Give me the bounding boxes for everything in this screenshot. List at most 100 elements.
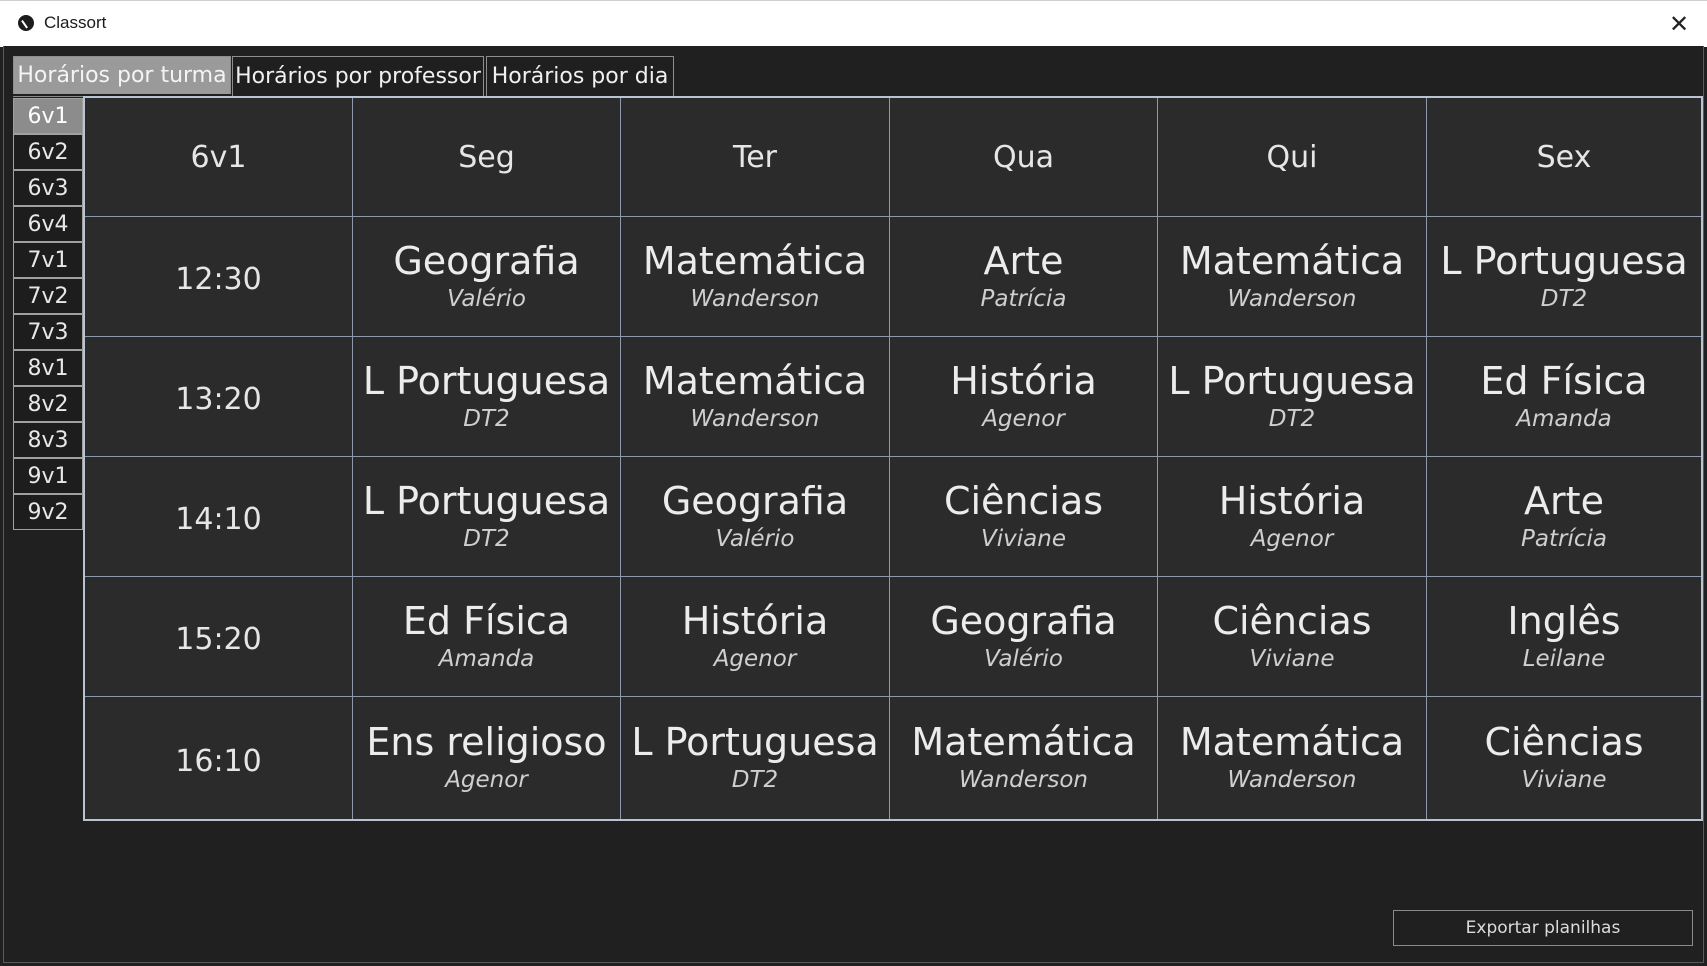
subject-label: Matemática bbox=[642, 358, 868, 403]
tab-horarios-por-professor[interactable]: Horários por professor bbox=[232, 56, 484, 96]
time-label: 16:10 bbox=[175, 743, 262, 779]
subject-label: História bbox=[1218, 478, 1366, 523]
subject-label: Ciências bbox=[943, 478, 1104, 523]
schedule-slot: Geografia Valério bbox=[621, 457, 890, 577]
corner-class-label: 6v1 bbox=[190, 139, 247, 175]
schedule-slot: Geografia Valério bbox=[890, 577, 1158, 697]
day-header: Qua bbox=[890, 98, 1158, 217]
schedule-slot: L Portuguesa DT2 bbox=[353, 337, 621, 457]
day-header: Ter bbox=[621, 98, 890, 217]
teacher-label: DT2 bbox=[463, 525, 510, 552]
teacher-label: Valério bbox=[984, 645, 1063, 672]
schedule-slot: Ens religioso Agenor bbox=[353, 697, 621, 819]
schedule-slot: Ed Física Amanda bbox=[353, 577, 621, 697]
subject-label: Matemática bbox=[1179, 720, 1405, 764]
teacher-label: Valério bbox=[447, 285, 526, 312]
schedule-slot: Arte Patrícia bbox=[890, 217, 1158, 337]
day-label: Qui bbox=[1266, 139, 1318, 175]
class-tab-9v1[interactable]: 9v1 bbox=[13, 458, 83, 494]
subject-label: Ciências bbox=[1484, 720, 1644, 764]
class-tab-7v3[interactable]: 7v3 bbox=[13, 314, 83, 350]
time-label: 14:10 bbox=[175, 502, 262, 537]
day-label: Sex bbox=[1536, 139, 1592, 175]
schedule-slot: Matemática Wanderson bbox=[890, 697, 1158, 819]
time-cell: 16:10 bbox=[85, 697, 353, 819]
teacher-label: Viviane bbox=[1249, 645, 1335, 672]
subject-label: Ed Física bbox=[402, 598, 571, 643]
subject-label: História bbox=[950, 358, 1097, 403]
time-cell: 15:20 bbox=[85, 577, 353, 697]
class-tab-6v1[interactable]: 6v1 bbox=[13, 98, 83, 134]
schedule-slot: História Agenor bbox=[621, 577, 890, 697]
subject-label: Matemática bbox=[1179, 238, 1405, 283]
class-tab-6v3[interactable]: 6v3 bbox=[13, 170, 83, 206]
subject-label: Geografia bbox=[661, 478, 849, 523]
day-header: Sex bbox=[1427, 98, 1701, 217]
main-window: Horários por turma Horários por professo… bbox=[3, 46, 1704, 963]
teacher-label: Agenor bbox=[1250, 525, 1334, 552]
schedule-slot: História Agenor bbox=[1158, 457, 1427, 577]
teacher-label: Patrícia bbox=[980, 285, 1067, 312]
subject-label: Inglês bbox=[1507, 598, 1621, 643]
day-label: Qua bbox=[992, 139, 1054, 175]
schedule-slot: Matemática Wanderson bbox=[1158, 697, 1427, 819]
subject-label: L Portuguesa bbox=[362, 358, 611, 403]
subject-label: L Portuguesa bbox=[631, 720, 879, 764]
teacher-label: Amanda bbox=[1516, 405, 1612, 432]
close-button[interactable]: ✕ bbox=[1651, 1, 1707, 47]
time-cell: 13:20 bbox=[85, 337, 353, 457]
schedule-slot: Ciências Viviane bbox=[890, 457, 1158, 577]
subject-label: Matemática bbox=[911, 720, 1136, 764]
teacher-label: Amanda bbox=[438, 645, 535, 672]
class-tab-6v2[interactable]: 6v2 bbox=[13, 134, 83, 170]
window-title: Classort bbox=[44, 13, 107, 32]
time-label: 13:20 bbox=[175, 382, 262, 417]
schedule-slot: Arte Patrícia bbox=[1427, 457, 1701, 577]
teacher-label: Wanderson bbox=[1227, 285, 1357, 312]
schedule-slot: L Portuguesa DT2 bbox=[1427, 217, 1701, 337]
subject-label: L Portuguesa bbox=[1440, 238, 1688, 283]
day-label: Ter bbox=[732, 139, 778, 175]
teacher-label: DT2 bbox=[1268, 405, 1316, 432]
subject-label: Geografia bbox=[930, 598, 1117, 643]
schedule-slot: L Portuguesa DT2 bbox=[621, 697, 890, 819]
class-tab-8v1[interactable]: 8v1 bbox=[13, 350, 83, 386]
teacher-label: Wanderson bbox=[1227, 767, 1357, 793]
class-tab-7v2[interactable]: 7v2 bbox=[13, 278, 83, 314]
schedule-slot: Matemática Wanderson bbox=[1158, 217, 1427, 337]
teacher-label: Viviane bbox=[1521, 767, 1607, 793]
subject-label: Arte bbox=[1524, 478, 1604, 523]
class-tab-8v2[interactable]: 8v2 bbox=[13, 386, 83, 422]
schedule-slot: L Portuguesa DT2 bbox=[1158, 337, 1427, 457]
export-button[interactable]: Exportar planilhas bbox=[1393, 910, 1693, 946]
class-tab-7v1[interactable]: 7v1 bbox=[13, 242, 83, 278]
subject-label: Ed Física bbox=[1480, 358, 1648, 403]
subject-label: Geografia bbox=[393, 238, 580, 283]
teacher-label: Wanderson bbox=[959, 767, 1088, 793]
schedule-table: 6v1 Seg Ter Qua Qui Sex 12:30 Geografia Valério M… bbox=[83, 96, 1703, 821]
teacher-label: Agenor bbox=[713, 645, 797, 672]
schedule-slot: Matemática Wanderson bbox=[621, 217, 890, 337]
time-cell: 12:30 bbox=[85, 217, 353, 337]
teacher-label: Agenor bbox=[982, 405, 1065, 432]
tab-horarios-por-turma[interactable]: Horários por turma bbox=[13, 56, 231, 94]
day-header: Seg bbox=[353, 98, 621, 217]
subject-label: Ciências bbox=[1212, 598, 1372, 643]
class-tab-6v4[interactable]: 6v4 bbox=[13, 206, 83, 242]
teacher-label: DT2 bbox=[1540, 285, 1588, 312]
schedule-slot: Matemática Wanderson bbox=[621, 337, 890, 457]
teacher-label: Wanderson bbox=[690, 405, 820, 432]
time-label: 15:20 bbox=[175, 622, 262, 657]
time-label: 12:30 bbox=[175, 262, 262, 297]
teacher-label: Viviane bbox=[981, 525, 1066, 552]
teacher-label: DT2 bbox=[463, 405, 510, 432]
class-tab-9v2[interactable]: 9v2 bbox=[13, 494, 83, 530]
class-tab-8v3[interactable]: 8v3 bbox=[13, 422, 83, 458]
tab-horarios-por-dia[interactable]: Horários por dia bbox=[486, 56, 674, 96]
teacher-label: DT2 bbox=[731, 767, 779, 793]
day-label: Seg bbox=[458, 139, 515, 175]
time-cell: 14:10 bbox=[85, 457, 353, 577]
title-bar: Classort ✕ bbox=[0, 0, 1707, 47]
classort-logo-icon bbox=[18, 15, 34, 31]
subject-label: Matemática bbox=[642, 238, 868, 283]
